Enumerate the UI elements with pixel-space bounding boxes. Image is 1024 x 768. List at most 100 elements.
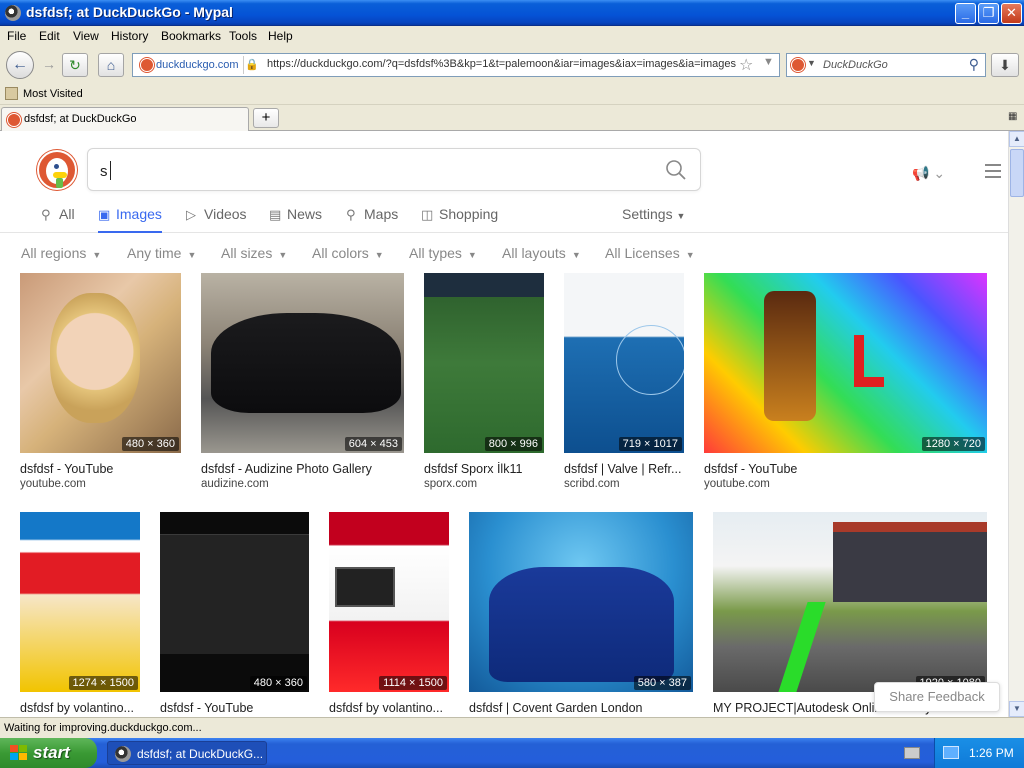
search-icon[interactable]: ⚲ <box>969 56 979 73</box>
search-engine-icon[interactable] <box>791 58 805 72</box>
result-title[interactable]: dsfdsf | Valve | Refr... <box>564 462 684 476</box>
hamburger-menu-icon[interactable] <box>985 164 1001 182</box>
scroll-down-icon[interactable]: ▼ <box>1009 701 1024 717</box>
image-result[interactable]: 604 × 453 dsfdsf - Audizine Photo Galler… <box>201 273 404 490</box>
menu-tools[interactable]: Tools <box>229 29 257 43</box>
start-button[interactable]: start <box>0 738 97 768</box>
filter-size[interactable]: All sizes ▼ <box>221 245 287 261</box>
megaphone-icon[interactable]: 📢 ⌄ <box>912 165 945 182</box>
menu-bookmarks[interactable]: Bookmarks <box>161 29 221 43</box>
share-feedback-button[interactable]: Share Feedback <box>874 682 1000 712</box>
search-icon[interactable] <box>664 158 688 182</box>
result-thumbnail[interactable]: 1920 × 1080 <box>713 512 987 692</box>
result-domain[interactable]: youtube.com <box>20 478 86 490</box>
maximize-button[interactable]: ❐ <box>978 3 999 24</box>
result-title[interactable]: dsfdsf Sporx İlk11 <box>424 462 544 476</box>
tab-shopping[interactable]: ◫ Shopping <box>421 206 498 233</box>
result-thumbnail[interactable]: 1280 × 720 <box>704 273 987 453</box>
thumbnail-header <box>424 273 544 297</box>
image-result[interactable]: 1114 × 1500 dsfdsf by volantino... <box>329 512 449 717</box>
result-title[interactable]: dsfdsf by volantino... <box>20 701 140 715</box>
image-result[interactable]: 800 × 996 dsfdsf Sporx İlk11 sporx.com <box>424 273 544 490</box>
scrollbar-thumb[interactable] <box>1010 149 1024 197</box>
filter-type[interactable]: All types ▼ <box>409 245 477 261</box>
back-arrow-icon[interactable]: ← <box>6 51 34 79</box>
filter-layout[interactable]: All layouts ▼ <box>502 245 581 261</box>
url-text[interactable]: https://duckduckgo.com/?q=dsfdsf%3B&kp=1… <box>267 58 737 70</box>
result-thumbnail[interactable]: 800 × 996 <box>424 273 544 453</box>
tab-list-icon[interactable]: ▦ <box>1008 111 1017 122</box>
browser-search-bar[interactable]: ▼ DuckDuckGo ⚲ <box>786 53 986 77</box>
result-thumbnail[interactable]: 580 × 387 <box>469 512 693 692</box>
tab-videos-label: Videos <box>204 206 247 222</box>
new-tab-button[interactable]: + <box>253 108 279 128</box>
image-result[interactable]: 480 × 360 dsfdsf - YouTube youtube.com <box>20 273 181 490</box>
search-query[interactable]: s <box>100 163 108 180</box>
result-title[interactable]: dsfdsf by volantino... <box>329 701 449 715</box>
duckduckgo-logo[interactable] <box>37 150 77 190</box>
taskbar-item-mypal[interactable]: dsfdsf; at DuckDuckG... <box>107 741 267 765</box>
menu-history[interactable]: History <box>111 29 148 43</box>
address-bar[interactable]: duckduckgo.com 🔒 https://duckduckgo.com/… <box>132 53 780 77</box>
tab-images[interactable]: ▣ Images <box>98 206 162 233</box>
result-thumbnail[interactable]: 1274 × 1500 <box>20 512 140 692</box>
result-title[interactable]: dsfdsf | Covent Garden London <box>469 701 693 715</box>
scroll-up-icon[interactable]: ▲ <box>1009 131 1024 147</box>
tab-ddg-search[interactable]: dsfdsf; at DuckDuckGo <box>1 107 249 131</box>
tab-maps-label: Maps <box>364 206 399 222</box>
result-thumbnail[interactable]: 480 × 360 <box>20 273 181 453</box>
image-result[interactable]: 719 × 1017 dsfdsf | Valve | Refr... scri… <box>564 273 684 490</box>
result-title[interactable]: dsfdsf - Audizine Photo Gallery <box>201 462 404 476</box>
home-icon[interactable]: ⌂ <box>98 53 124 77</box>
image-dimensions: 800 × 996 <box>484 437 542 451</box>
vertical-scrollbar[interactable]: ▲ ▼ <box>1008 131 1024 717</box>
minimize-button[interactable]: _ <box>955 3 976 24</box>
tab-all[interactable]: ⚲ All <box>41 206 75 233</box>
tab-maps[interactable]: ⚲ Maps <box>346 206 398 233</box>
tab-news[interactable]: ▤ News <box>269 206 322 233</box>
url-dropdown-icon[interactable]: ▼ <box>763 56 774 68</box>
clock[interactable]: 1:26 PM <box>969 746 1014 760</box>
image-icon: ▣ <box>98 207 111 222</box>
filter-region[interactable]: All regions ▼ <box>21 245 101 261</box>
result-thumbnail[interactable]: 480 × 360 <box>160 512 309 692</box>
result-title[interactable]: dsfdsf - YouTube <box>704 462 987 476</box>
bookmark-star-icon[interactable]: ☆ <box>739 55 753 75</box>
result-title[interactable]: dsfdsf - YouTube <box>20 462 181 476</box>
image-result[interactable]: 1280 × 720 dsfdsf - YouTube youtube.com <box>704 273 987 490</box>
tab-videos[interactable]: ▷ Videos <box>186 206 247 233</box>
menu-file[interactable]: File <box>7 29 26 43</box>
network-icon[interactable] <box>943 746 959 759</box>
reload-icon[interactable]: ↻ <box>62 53 88 77</box>
menu-help[interactable]: Help <box>268 29 293 43</box>
settings-dropdown[interactable]: Settings ▼ <box>622 206 685 222</box>
most-visited-bookmark[interactable]: Most Visited <box>23 88 83 100</box>
result-domain[interactable]: audizine.com <box>201 478 269 490</box>
image-result[interactable]: 1274 × 1500 dsfdsf by volantino... <box>20 512 140 717</box>
keyboard-icon[interactable] <box>904 747 920 759</box>
filter-license[interactable]: All Licenses ▼ <box>605 245 695 261</box>
result-domain[interactable]: sporx.com <box>424 478 477 490</box>
menu-view[interactable]: View <box>73 29 99 43</box>
image-dimensions: 580 × 387 <box>633 676 691 690</box>
search-input[interactable]: s <box>87 148 701 191</box>
close-button[interactable]: ✕ <box>1001 3 1022 24</box>
filter-color[interactable]: All colors ▼ <box>312 245 384 261</box>
menu-edit[interactable]: Edit <box>39 29 60 43</box>
forward-arrow-icon[interactable]: → <box>36 53 62 77</box>
site-identity-badge[interactable]: duckduckgo.com <box>136 56 244 74</box>
image-result[interactable]: 580 × 387 dsfdsf | Covent Garden London <box>469 512 693 717</box>
image-result[interactable]: 480 × 360 dsfdsf - YouTube <box>160 512 309 717</box>
result-thumbnail[interactable]: 1114 × 1500 <box>329 512 449 692</box>
result-thumbnail[interactable]: 719 × 1017 <box>564 273 684 453</box>
result-thumbnail[interactable]: 604 × 453 <box>201 273 404 453</box>
engine-dropdown-icon[interactable]: ▼ <box>807 58 816 68</box>
result-domain[interactable]: scribd.com <box>564 478 620 490</box>
download-icon[interactable]: ⬇ <box>991 53 1019 77</box>
result-domain[interactable]: youtube.com <box>704 478 770 490</box>
result-title[interactable]: dsfdsf - YouTube <box>160 701 309 715</box>
windows-taskbar: start dsfdsf; at DuckDuckG... 1:26 PM <box>0 738 1024 768</box>
tab-shopping-label: Shopping <box>439 206 499 222</box>
filter-time[interactable]: Any time ▼ <box>127 245 196 261</box>
window-titlebar[interactable]: dsfdsf; at DuckDuckGo - Mypal _ ❐ ✕ <box>0 0 1024 26</box>
